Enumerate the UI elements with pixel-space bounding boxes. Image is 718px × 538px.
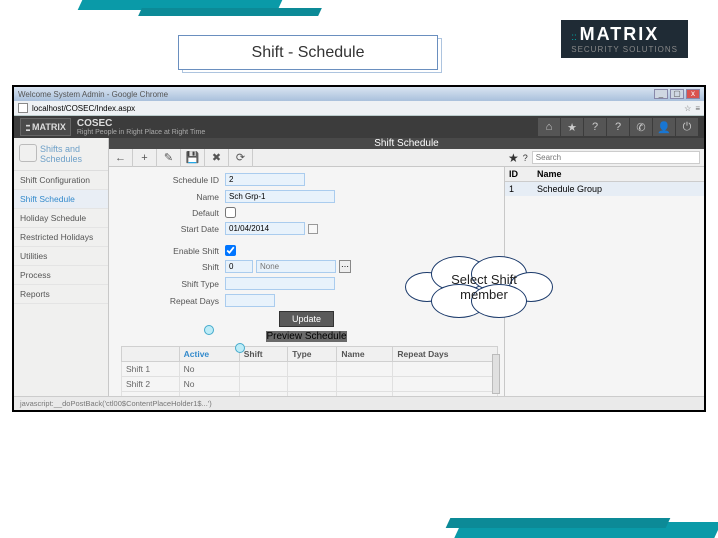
table-row[interactable]: Shift 2No: [122, 377, 498, 392]
list-header-id: ID: [505, 167, 533, 182]
default-label: Default: [115, 208, 225, 218]
sidebar-item-restricted-holidays[interactable]: Restricted Holidays: [14, 228, 108, 247]
grid-header-active[interactable]: Active: [179, 347, 239, 362]
slide-top-stripe: [80, 0, 380, 20]
grid-header-name: Name: [337, 347, 393, 362]
sidebar: Shifts and Schedules Shift Configuration…: [14, 138, 109, 410]
header-nav-icons: ⌂ ★ ? ? ✆ 👤 ⏻: [538, 118, 698, 136]
module-title: Shifts and Schedules: [40, 144, 103, 164]
menu-icon[interactable]: ≡: [695, 104, 700, 113]
url-input[interactable]: [32, 102, 680, 114]
star-icon[interactable]: ★: [561, 118, 583, 136]
help-icon[interactable]: ?: [584, 118, 606, 136]
calendar-icon[interactable]: [308, 224, 318, 234]
shift-type-label: Shift Type: [115, 279, 225, 289]
shift-name-input[interactable]: [256, 260, 336, 273]
update-button[interactable]: Update: [279, 311, 334, 327]
clipboard-icon: [19, 144, 37, 162]
start-date-input[interactable]: [225, 222, 305, 235]
search-input[interactable]: [532, 151, 700, 164]
save-icon[interactable]: 💾: [181, 149, 205, 167]
product-header: ::MATRIX COSEC Right People in Right Pla…: [14, 116, 704, 138]
refresh-icon[interactable]: ⟳: [229, 149, 253, 167]
slide-title: Shift - Schedule: [178, 35, 438, 70]
repeat-days-input[interactable]: [225, 294, 275, 307]
sidebar-item-process[interactable]: Process: [14, 266, 108, 285]
sidebar-module: Shifts and Schedules: [14, 138, 108, 171]
close-button[interactable]: x: [686, 89, 700, 99]
status-bar: javascript:__doPostBack('ctl00$ContentPl…: [14, 396, 704, 410]
scrollbar[interactable]: [492, 354, 500, 394]
edit-icon[interactable]: ✎: [157, 149, 181, 167]
help-panel-icon[interactable]: ?: [523, 153, 528, 163]
enable-shift-label: Enable Shift: [115, 246, 225, 256]
matrix-logo: :: MATRIX SECURITY SOLUTIONS: [561, 20, 688, 58]
list-row[interactable]: 1 Schedule Group: [505, 182, 704, 197]
list-header-name: Name: [533, 167, 704, 182]
users-icon[interactable]: 👤: [653, 118, 675, 136]
schedule-id-input[interactable]: [225, 173, 305, 186]
callout-cloud: Select Shift member: [405, 250, 555, 322]
window-title: Welcome System Admin - Google Chrome: [18, 90, 168, 99]
delete-icon[interactable]: ✖: [205, 149, 229, 167]
sidebar-item-reports[interactable]: Reports: [14, 285, 108, 304]
highlight-dot-2: [235, 343, 245, 353]
grid-header-row: [122, 347, 180, 362]
page-icon: [18, 103, 28, 113]
sidebar-item-holiday-schedule[interactable]: Holiday Schedule: [14, 209, 108, 228]
preview-schedule-button[interactable]: Preview Schedule: [266, 331, 346, 342]
enable-shift-checkbox[interactable]: [225, 245, 236, 256]
schedule-id-label: Schedule ID: [115, 175, 225, 185]
toolbar: ← + ✎ 💾 ✖ ⟳ ★ ?: [109, 149, 704, 167]
slide-bottom-stripe: [418, 513, 718, 538]
product-tagline: Right People in Right Place at Right Tim…: [77, 129, 205, 136]
table-row[interactable]: Shift 1No: [122, 362, 498, 377]
highlight-dot-1: [204, 325, 214, 335]
favorite-icon[interactable]: ★: [508, 151, 519, 165]
matrix-header-logo: ::MATRIX: [20, 118, 71, 136]
chrome-titlebar: Welcome System Admin - Google Chrome _ ▢…: [14, 87, 704, 101]
bookmark-icon[interactable]: ☆: [684, 104, 691, 113]
sidebar-item-utilities[interactable]: Utilities: [14, 247, 108, 266]
shift-id-input[interactable]: [225, 260, 253, 273]
grid-header-shift: Shift: [239, 347, 288, 362]
shift-label: Shift: [115, 262, 225, 272]
add-icon[interactable]: +: [133, 149, 157, 167]
sidebar-item-shift-schedule[interactable]: Shift Schedule: [14, 190, 108, 209]
brand-tagline: SECURITY SOLUTIONS: [571, 45, 678, 54]
grid-header-type: Type: [288, 347, 337, 362]
minimize-button[interactable]: _: [654, 89, 668, 99]
shift-picker-button[interactable]: ⋯: [339, 260, 351, 273]
power-icon[interactable]: ⏻: [676, 118, 698, 136]
grid-header-repeat: Repeat Days: [393, 347, 498, 362]
phone-icon[interactable]: ✆: [630, 118, 652, 136]
default-checkbox[interactable]: [225, 207, 236, 218]
maximize-button[interactable]: ▢: [670, 89, 684, 99]
product-name: COSEC: [77, 118, 205, 129]
callout-text: Select Shift member: [439, 272, 529, 302]
back-icon[interactable]: ←: [109, 149, 133, 167]
start-date-label: Start Date: [115, 224, 225, 234]
panel-header: Shift Schedule: [109, 138, 704, 149]
shift-type-input[interactable]: [225, 277, 335, 290]
sidebar-item-shift-configuration[interactable]: Shift Configuration: [14, 171, 108, 190]
name-input[interactable]: [225, 190, 335, 203]
help2-icon[interactable]: ?: [607, 118, 629, 136]
name-label: Name: [115, 192, 225, 202]
brand-name: MATRIX: [580, 24, 660, 44]
repeat-days-label: Repeat Days: [115, 296, 225, 306]
panel-title: Shift Schedule: [374, 138, 439, 149]
app-window: Welcome System Admin - Google Chrome _ ▢…: [12, 85, 706, 412]
address-bar: ☆ ≡: [14, 101, 704, 116]
home-icon[interactable]: ⌂: [538, 118, 560, 136]
